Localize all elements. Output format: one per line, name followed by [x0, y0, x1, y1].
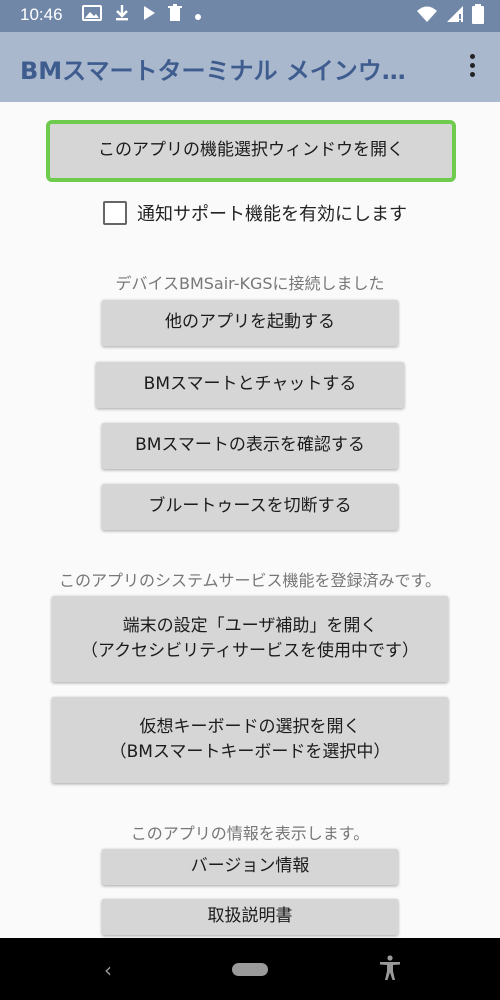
app-info-label: このアプリの情報を表示します。	[130, 824, 370, 843]
open-feature-window-button[interactable]: このアプリの機能選択ウィンドウを開く	[46, 120, 456, 182]
wifi-icon	[416, 5, 438, 27]
notification-icons	[82, 4, 202, 26]
status-bar: 10:46	[0, 0, 500, 32]
open-keyboard-selection-button[interactable]: 仮想キーボードの選択を開く （BMスマートキーボードを選択中）	[52, 697, 448, 783]
download-icon	[114, 4, 130, 26]
device-connected-label: デバイスBMSair-KGSに接続しました	[115, 274, 385, 293]
gallery-icon	[82, 4, 102, 26]
checkbox-icon[interactable]	[103, 201, 127, 225]
status-time: 10:46	[20, 5, 63, 24]
battery-icon	[472, 4, 484, 28]
version-info-button[interactable]: バージョン情報	[102, 849, 398, 885]
back-icon[interactable]: ‹	[104, 958, 112, 982]
accessibility-icon[interactable]	[378, 955, 402, 981]
trash-icon	[168, 4, 182, 26]
user-manual-button[interactable]: 取扱説明書	[102, 899, 398, 935]
disconnect-bluetooth-button[interactable]: ブルートゥースを切断する	[102, 484, 398, 530]
play-icon	[142, 5, 156, 25]
open-accessibility-settings-button[interactable]: 端末の設定「ユーザ補助」を開く （アクセシビリティサービスを使用中です）	[52, 596, 448, 682]
app-title: BMスマートターミナル メインウ…	[20, 57, 406, 85]
overflow-menu-icon[interactable]	[470, 54, 478, 82]
system-icons	[416, 4, 484, 28]
launch-other-app-button[interactable]: 他のアプリを起動する	[102, 300, 398, 346]
home-pill-icon[interactable]	[232, 963, 268, 976]
notification-support-checkbox[interactable]: 通知サポート機能を有効にします	[103, 200, 407, 226]
chat-with-bm-smart-button[interactable]: BMスマートとチャットする	[96, 362, 404, 408]
signal-icon	[446, 5, 464, 27]
checkbox-label: 通知サポート機能を有効にします	[137, 204, 407, 225]
app-bar: BMスマートターミナル メインウ…	[0, 32, 500, 102]
check-bm-smart-display-button[interactable]: BMスマートの表示を確認する	[102, 423, 398, 469]
navigation-bar: ‹	[0, 938, 500, 1000]
dot-icon	[194, 6, 202, 25]
service-registered-label: このアプリのシステムサービス機能を登録済みです。	[59, 571, 441, 590]
main-content[interactable]: このアプリの機能選択ウィンドウを開く 通知サポート機能を有効にします デバイスB…	[0, 102, 500, 938]
